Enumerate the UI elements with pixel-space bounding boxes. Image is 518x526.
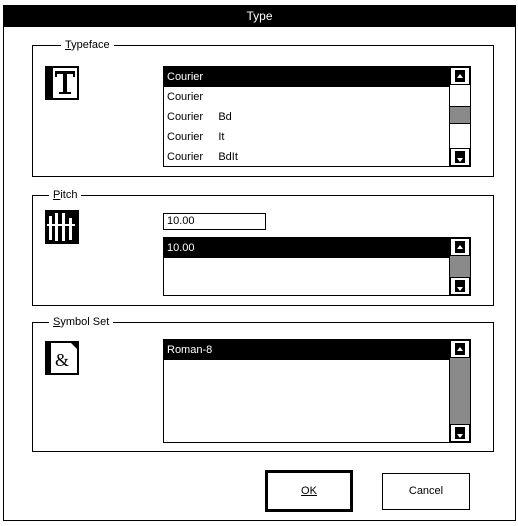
pitch-list[interactable]: 10.00 [163, 237, 471, 296]
pitch-scrollbar[interactable] [449, 238, 470, 295]
pitch-icon [45, 210, 79, 244]
typeface-list[interactable]: Courier Courier Courier Bd Courier It Co… [163, 66, 471, 167]
symbol-set-group-label: Symbol Set [49, 315, 114, 329]
ok-button[interactable]: OK [265, 470, 353, 512]
pitch-group-label: Pitch [49, 188, 82, 202]
scroll-up-button[interactable] [450, 67, 470, 85]
scroll-down-arrow-icon [455, 151, 465, 163]
typeface-scrollbar[interactable] [449, 67, 470, 166]
pitch-group: Pitch 10.00 10.00 [32, 188, 494, 306]
scroll-up-button[interactable] [450, 340, 470, 358]
scroll-up-arrow-icon [455, 241, 465, 253]
list-item[interactable]: Courier Bd [164, 107, 470, 127]
symbol-set-group: Symbol Set & Roman-8 [32, 315, 494, 452]
cancel-button[interactable]: Cancel [382, 473, 470, 510]
list-item[interactable]: 10.00 [164, 238, 470, 258]
scroll-down-button[interactable] [450, 424, 470, 442]
scroll-up-button[interactable] [450, 238, 470, 256]
list-item[interactable]: Courier [164, 67, 470, 87]
list-item[interactable]: Courier BdIt [164, 147, 470, 166]
symbol-set-icon: & [45, 341, 79, 375]
dialog-title-bar[interactable]: Type [4, 6, 515, 27]
symbol-set-scrollbar[interactable] [449, 340, 470, 442]
ok-button-label: OK [301, 485, 317, 497]
scroll-down-button[interactable] [450, 277, 470, 295]
scroll-down-arrow-icon [455, 427, 465, 439]
typeface-group: Typeface Courier Courier Courier Bd Cour… [32, 38, 494, 177]
typeface-label-rest: ypeface [71, 39, 110, 51]
scroll-thumb[interactable] [450, 106, 470, 124]
scroll-down-arrow-icon [455, 280, 465, 292]
scroll-up-arrow-icon [455, 70, 465, 82]
symbol-set-list[interactable]: Roman-8 [163, 339, 471, 443]
list-item[interactable]: Courier [164, 87, 470, 107]
list-item[interactable]: Courier It [164, 127, 470, 147]
pitch-label-rest: itch [60, 189, 78, 201]
list-item[interactable]: Roman-8 [164, 340, 470, 360]
svg-text:&: & [55, 350, 69, 370]
typeface-icon [45, 66, 79, 100]
type-dialog: Type Typeface Courier Courier Courier Bd… [3, 5, 516, 521]
cancel-button-label: Cancel [408, 485, 444, 497]
symbol-set-label-rest: ymbol Set [60, 316, 110, 328]
pitch-value-field[interactable]: 10.00 [163, 213, 266, 230]
dialog-title: Type [246, 9, 273, 23]
scroll-up-arrow-icon [455, 343, 465, 355]
scroll-down-button[interactable] [450, 148, 470, 166]
typeface-group-label: Typeface [61, 38, 114, 52]
